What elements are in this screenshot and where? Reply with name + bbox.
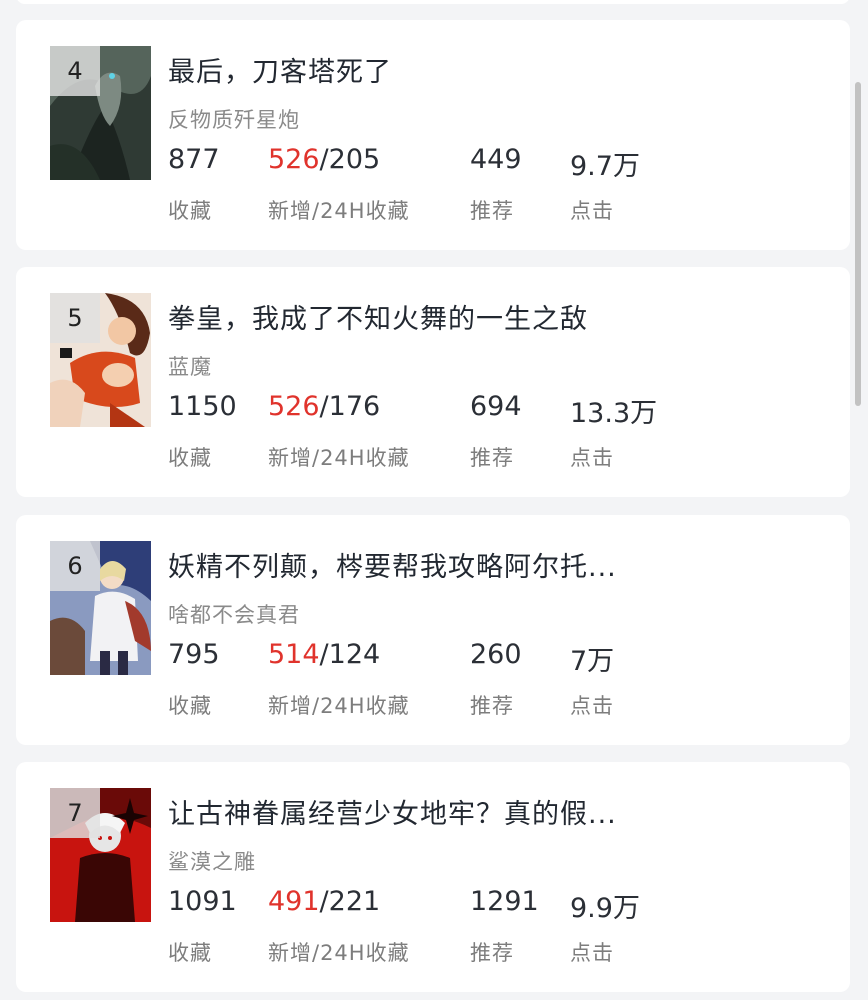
new-24h-label: 新增/24H收藏 — [268, 694, 410, 718]
book-card[interactable]: 7 让古神眷属经营少女地牢？真的假... 鲨漠之雕 1091 491/221 1… — [16, 762, 850, 992]
book-card[interactable]: 5 拳皇，我成了不知火舞的一生之敌 蓝魔 1150 526/176 694 13… — [16, 267, 850, 497]
book-author[interactable]: 蓝魔 — [168, 351, 212, 381]
click-count: 9.7万 — [570, 151, 640, 182]
recommend-label: 推荐 — [470, 199, 514, 223]
favorites-count: 1150 — [168, 391, 237, 422]
book-author[interactable]: 啥都不会真君 — [168, 599, 300, 629]
recommend-label: 推荐 — [470, 694, 514, 718]
favorites-count: 1091 — [168, 886, 237, 917]
favorites-label: 收藏 — [168, 694, 212, 718]
click-count: 13.3万 — [570, 398, 658, 429]
new-favorites-stat: 491/221 — [268, 886, 380, 917]
favorites-label: 收藏 — [168, 941, 212, 965]
book-author[interactable]: 反物质歼星炮 — [168, 104, 300, 134]
clicks-label: 点击 — [570, 446, 614, 470]
book-title[interactable]: 让古神眷属经营少女地牢？真的假... — [168, 792, 728, 831]
click-count: 7万 — [570, 646, 615, 677]
book-cover[interactable]: 5 — [50, 293, 151, 427]
book-cover[interactable]: 6 — [50, 541, 151, 675]
recommend-count: 1291 — [470, 886, 539, 917]
scrollbar[interactable] — [855, 82, 861, 406]
new-added-count: 491 — [268, 886, 320, 917]
favorites-label: 收藏 — [168, 446, 212, 470]
new-24h-label: 新增/24H收藏 — [268, 446, 410, 470]
book-cover[interactable]: 4 — [50, 46, 151, 180]
new-favorites-stat: 514/124 — [268, 639, 380, 670]
h24-count: /124 — [319, 639, 381, 670]
book-cover[interactable]: 7 — [50, 788, 151, 922]
rank-badge: 4 — [50, 46, 100, 96]
favorites-count: 877 — [168, 144, 220, 175]
book-author[interactable]: 鲨漠之雕 — [168, 846, 256, 876]
click-count: 9.9万 — [570, 893, 640, 924]
new-favorites-stat: 526/176 — [268, 391, 380, 422]
book-title[interactable]: 妖精不列颠，梣要帮我攻略阿尔托... — [168, 545, 728, 584]
book-title[interactable]: 拳皇，我成了不知火舞的一生之敌 — [168, 297, 728, 336]
clicks-label: 点击 — [570, 199, 614, 223]
book-card[interactable]: 6 妖精不列颠，梣要帮我攻略阿尔托... 啥都不会真君 795 514/124 … — [16, 515, 850, 745]
recommend-count: 694 — [470, 391, 522, 422]
ranking-list: 4 最后，刀客塔死了 反物质歼星炮 877 526/205 449 9.7万 收… — [0, 0, 868, 1000]
rank-badge: 6 — [50, 541, 100, 591]
recommend-count: 260 — [470, 639, 522, 670]
rank-badge: 5 — [50, 293, 100, 343]
book-title[interactable]: 最后，刀客塔死了 — [168, 50, 728, 89]
new-24h-label: 新增/24H收藏 — [268, 941, 410, 965]
new-added-count: 526 — [268, 144, 320, 175]
h24-count: /205 — [319, 144, 381, 175]
h24-count: /221 — [319, 886, 381, 917]
book-card[interactable]: 4 最后，刀客塔死了 反物质歼星炮 877 526/205 449 9.7万 收… — [16, 20, 850, 250]
clicks-label: 点击 — [570, 941, 614, 965]
favorites-label: 收藏 — [168, 199, 212, 223]
new-added-count: 526 — [268, 391, 320, 422]
favorites-count: 795 — [168, 639, 220, 670]
previous-card-edge — [16, 0, 850, 4]
new-favorites-stat: 526/205 — [268, 144, 380, 175]
clicks-label: 点击 — [570, 694, 614, 718]
new-added-count: 514 — [268, 639, 320, 670]
recommend-label: 推荐 — [470, 941, 514, 965]
h24-count: /176 — [319, 391, 381, 422]
rank-badge: 7 — [50, 788, 100, 838]
recommend-count: 449 — [470, 144, 522, 175]
recommend-label: 推荐 — [470, 446, 514, 470]
new-24h-label: 新增/24H收藏 — [268, 199, 410, 223]
